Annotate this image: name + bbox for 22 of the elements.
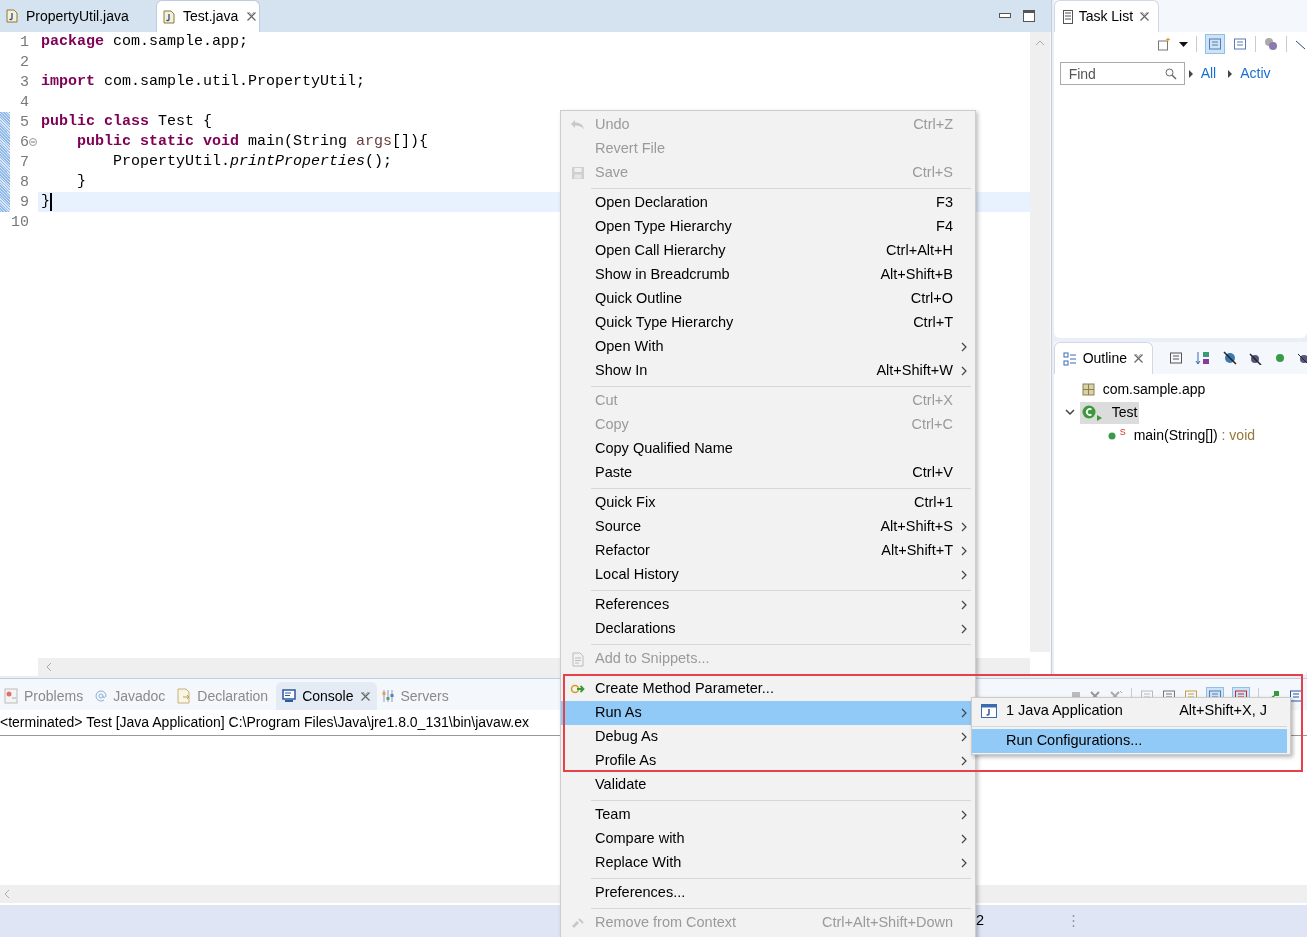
line-number: 6 bbox=[19, 133, 29, 152]
line-number: 10 bbox=[10, 213, 29, 232]
tab-label: Test.java bbox=[183, 7, 239, 26]
line-number: 5 bbox=[19, 113, 29, 132]
code-line: public class Test { bbox=[41, 111, 213, 132]
line-number: 3 bbox=[19, 73, 29, 92]
line-number: 4 bbox=[19, 93, 29, 112]
tab-label: PropertyUtil.java bbox=[26, 6, 129, 26]
line-number: 7 bbox=[19, 153, 29, 172]
line-number: 2 bbox=[19, 53, 29, 72]
status-text: 2 bbox=[976, 911, 985, 931]
console-header: <terminated> Test [Java Application] C:\Program Files\Java\jre1.8.0_131\bin\javaw.ex bbox=[0, 713, 529, 732]
code-line: package com.sample.app; bbox=[41, 31, 249, 52]
code-line: } bbox=[76, 171, 86, 192]
code-line: public static void main(String args[]){ bbox=[76, 131, 429, 152]
line-number: 1 bbox=[19, 33, 29, 52]
line-number: 9 bbox=[19, 193, 29, 212]
code-line: import com.sample.util.PropertyUtil; bbox=[41, 71, 366, 92]
code-line: PropertyUtil.printProperties(); bbox=[112, 151, 393, 172]
code-line: } bbox=[41, 191, 50, 212]
static-marker: S bbox=[1119, 425, 1126, 439]
line-number: 8 bbox=[19, 173, 29, 192]
